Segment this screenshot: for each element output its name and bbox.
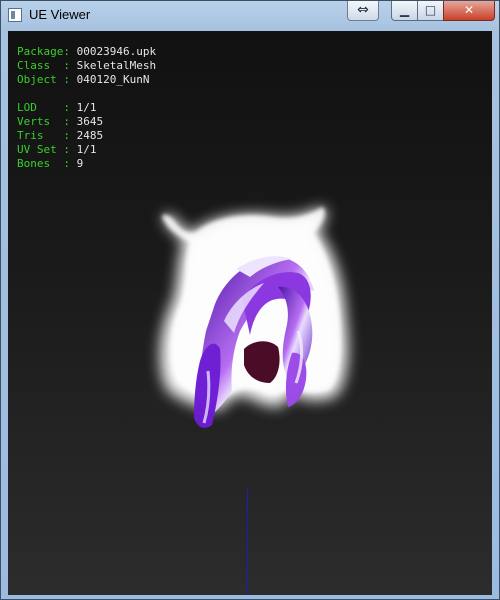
app-window: UE Viewer ⇔ ▁ □ ✕ Package: 00023946.upk … bbox=[0, 0, 500, 600]
app-window-icon bbox=[8, 8, 22, 22]
3d-viewport[interactable]: Package: 00023946.upk Class : SkeletalMe… bbox=[8, 31, 492, 595]
maximize-button[interactable]: □ bbox=[417, 1, 444, 21]
minimize-button[interactable]: ▁ bbox=[391, 1, 418, 21]
title-bar[interactable]: UE Viewer ⇔ ▁ □ ✕ bbox=[1, 1, 499, 31]
swap-arrows-button[interactable]: ⇔ bbox=[347, 1, 379, 21]
hair-mesh-render bbox=[160, 207, 348, 428]
window-title: UE Viewer bbox=[29, 7, 91, 22]
close-button[interactable]: ✕ bbox=[443, 1, 495, 21]
window-controls: ▁ □ ✕ bbox=[391, 1, 495, 21]
vertical-axis-line bbox=[247, 489, 248, 595]
